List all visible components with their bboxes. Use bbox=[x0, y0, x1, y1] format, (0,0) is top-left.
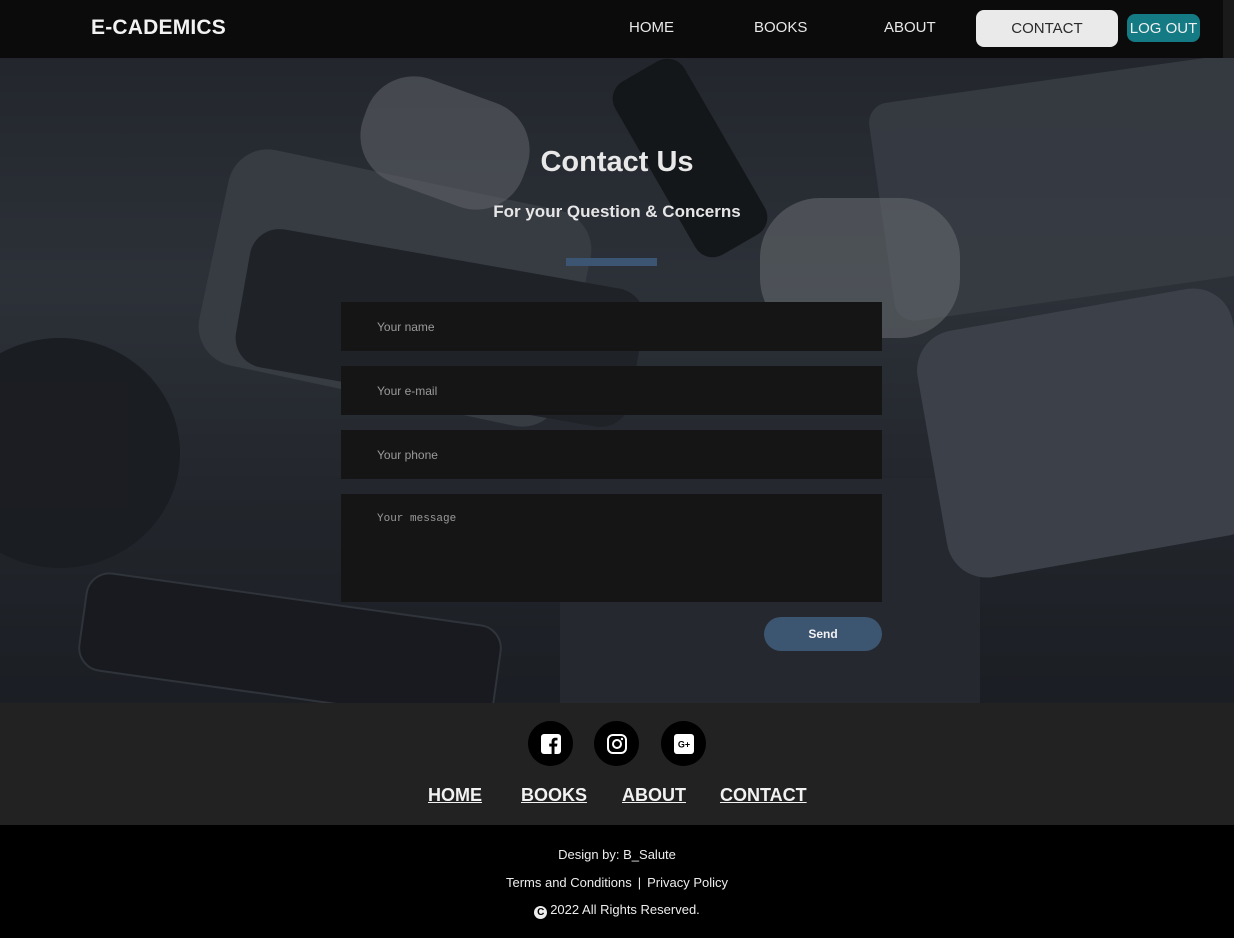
copyright-notice: C 2022 All Rights Reserved. bbox=[0, 902, 1234, 919]
page-subtitle: For your Question & Concerns bbox=[493, 202, 741, 221]
facebook-link[interactable] bbox=[528, 721, 573, 766]
page-title: Contact Us bbox=[540, 146, 694, 178]
legal-separator: | bbox=[637, 875, 642, 890]
logout-button[interactable]: LOG OUT bbox=[1127, 14, 1200, 42]
svg-text:G+: G+ bbox=[677, 739, 689, 749]
nav-contact-link[interactable]: CONTACT bbox=[976, 10, 1118, 47]
footer-contact-link[interactable]: CONTACT bbox=[720, 785, 807, 806]
nav-about-link[interactable]: ABOUT bbox=[884, 19, 936, 36]
nav-home-link[interactable]: HOME bbox=[629, 19, 674, 36]
privacy-link[interactable]: Privacy Policy bbox=[647, 875, 728, 890]
instagram-icon bbox=[606, 733, 627, 754]
top-navbar: E-CADEMICS HOME BOOKS ABOUT CONTACT LOG … bbox=[0, 0, 1234, 58]
message-textarea[interactable] bbox=[341, 494, 882, 602]
site-logo[interactable]: E-CADEMICS bbox=[91, 16, 226, 40]
name-input[interactable] bbox=[341, 302, 882, 351]
facebook-icon bbox=[540, 733, 561, 754]
copyright-text: 2022 All Rights Reserved. bbox=[550, 902, 700, 917]
footer-books-link[interactable]: BOOKS bbox=[521, 785, 587, 806]
copyright-icon: C bbox=[534, 906, 548, 919]
phone-input[interactable] bbox=[341, 430, 882, 479]
footer-home-link[interactable]: HOME bbox=[428, 785, 482, 806]
google-plus-link[interactable]: G+ bbox=[661, 721, 706, 766]
title-underline-bar bbox=[566, 258, 657, 266]
footer-about-link[interactable]: ABOUT bbox=[622, 785, 686, 806]
terms-link[interactable]: Terms and Conditions bbox=[506, 875, 632, 890]
design-credit: Design by: B_Salute bbox=[558, 847, 676, 862]
google-plus-icon: G+ bbox=[673, 733, 694, 754]
email-input[interactable] bbox=[341, 366, 882, 415]
legal-links: Terms and Conditions | Privacy Policy bbox=[0, 875, 1234, 890]
nav-books-link[interactable]: BOOKS bbox=[754, 19, 807, 36]
send-button[interactable]: Send bbox=[764, 617, 882, 651]
instagram-link[interactable] bbox=[594, 721, 639, 766]
